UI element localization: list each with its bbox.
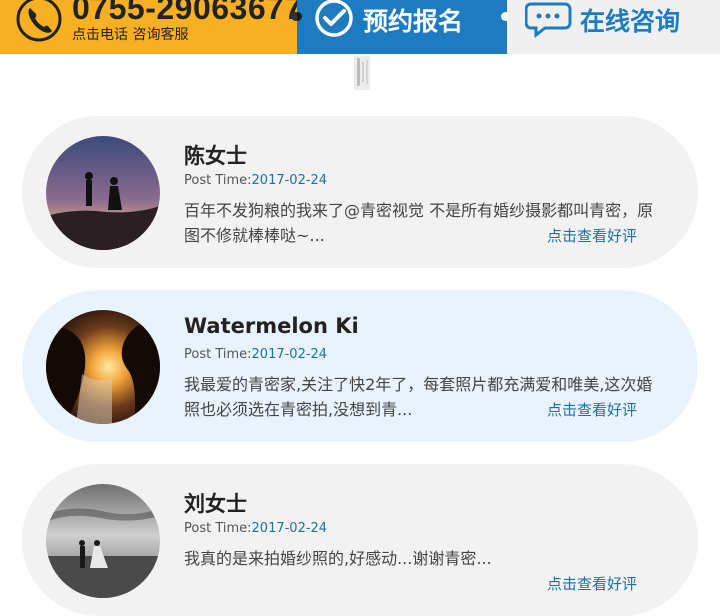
review-text: 我真的是来拍婚纱照的,好感动...谢谢青密... <box>184 549 492 568</box>
view-review-link[interactable]: 点击查看好评 <box>547 573 637 594</box>
reviewer-name: Watermelon Ki <box>184 314 359 338</box>
post-time: Post Time:2017-02-24 <box>184 521 328 536</box>
post-time: Post Time:2017-02-24 <box>184 347 328 362</box>
post-date: 2017-02-24 <box>251 173 328 188</box>
avatar <box>46 484 160 598</box>
reviewer-name: 刘女士 <box>184 492 247 516</box>
review-card[interactable]: 陈女士 Post Time:2017-02-24 百年不发狗粮的我来了@青密视觉… <box>22 116 698 268</box>
review-card[interactable]: Watermelon Ki Post Time:2017-02-24 我最爱的青… <box>22 290 698 442</box>
avatar <box>46 136 160 250</box>
post-date: 2017-02-24 <box>251 521 328 536</box>
view-review-link[interactable]: 点击查看好评 <box>547 225 637 246</box>
post-time: Post Time:2017-02-24 <box>184 173 328 188</box>
avatar <box>46 310 160 424</box>
post-date: 2017-02-24 <box>251 347 328 362</box>
reviewer-name: 陈女士 <box>184 144 247 168</box>
view-review-link[interactable]: 点击查看好评 <box>547 399 637 420</box>
review-card[interactable]: 刘女士 Post Time:2017-02-24 我真的是来拍婚纱照的,好感动.… <box>22 464 698 616</box>
